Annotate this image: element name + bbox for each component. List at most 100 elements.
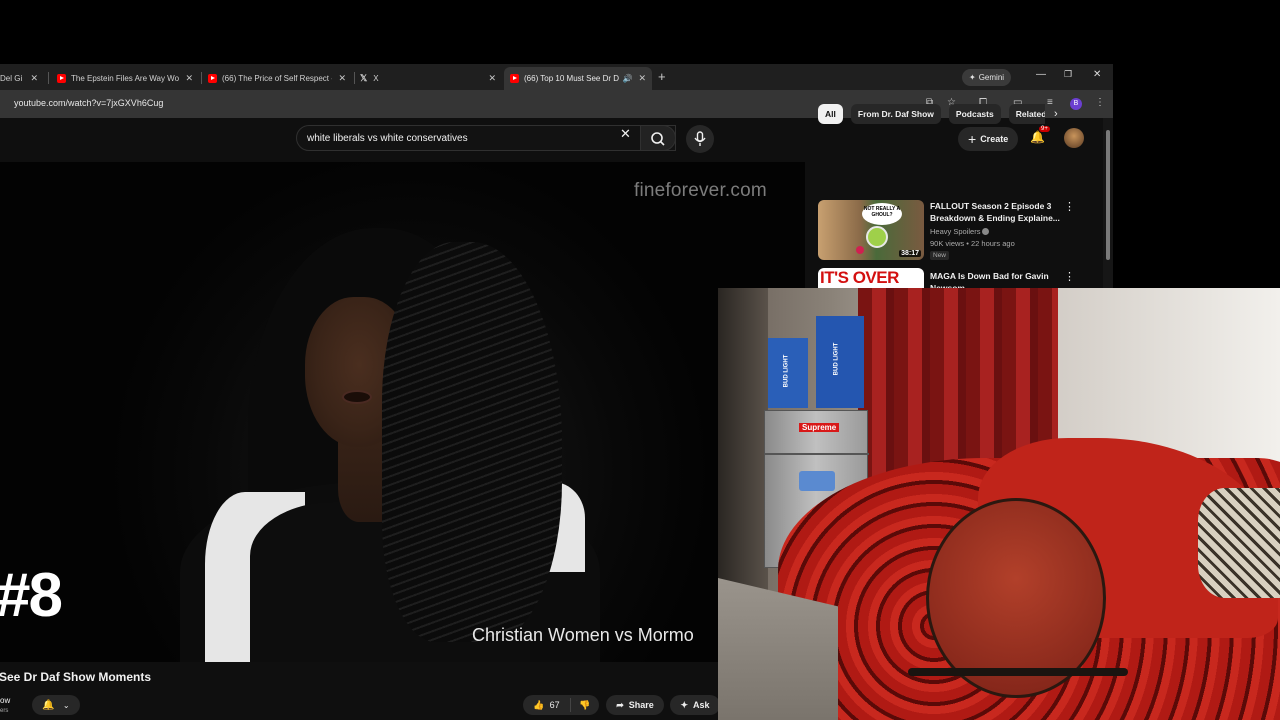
video-title: See Dr Daf Show Moments — [0, 670, 152, 684]
share-label: Share — [628, 700, 654, 710]
thumbnail-graphic — [866, 226, 888, 248]
recommendation-title[interactable]: MAGA Is Down Bad for Gavin Newsom — [930, 270, 1062, 288]
dislike-button[interactable]: 👎 — [571, 700, 599, 711]
tab-5-active[interactable]: (66) Top 10 Must See Dr Da 🔊 ✕ — [504, 67, 652, 90]
fridge-door-line — [765, 453, 869, 455]
thumbnail-text: NOT REALLY A GHOUL? — [862, 203, 902, 225]
tab-close-icon[interactable]: ✕ — [488, 73, 496, 84]
channel-name: Heavy Spoilers — [930, 227, 981, 236]
tab-close-icon[interactable]: ✕ — [30, 73, 38, 84]
webcam-overlay: BUD LIGHT BUD LIGHT Supreme — [718, 288, 1280, 720]
close-window-icon[interactable]: ✕ — [1093, 69, 1101, 80]
like-dislike-group: 👍 67 👎 — [523, 695, 599, 715]
search-query-text: white liberals vs white conservatives — [307, 133, 468, 144]
more-options-icon[interactable]: ⋮ — [1064, 270, 1075, 283]
video-caption-text: Christian Women vs Mormo — [472, 625, 694, 645]
thumbnail-text: IT'S OVER — [820, 268, 899, 287]
like-button[interactable]: 👍 67 — [523, 698, 571, 712]
account-avatar[interactable] — [1064, 128, 1084, 148]
notifications-bell-icon[interactable]: 🔔 — [1030, 130, 1045, 144]
gemini-sparkle-icon: ✦ — [969, 73, 976, 82]
audio-playing-icon[interactable]: 🔊 — [622, 74, 632, 83]
tab-2[interactable]: The Epstein Files Are Way Wors ✕ — [51, 67, 199, 90]
like-count: 67 — [549, 700, 560, 710]
clear-search-icon[interactable]: ✕ — [620, 126, 631, 142]
menu-kebab-icon[interactable]: ⋮ — [1095, 97, 1105, 108]
share-arrow-icon: ➦ — [616, 699, 624, 710]
tab-title: Del Gi — [0, 74, 23, 83]
chevron-down-icon: ⌄ — [62, 700, 70, 710]
channel-name[interactable]: ow — [0, 696, 10, 705]
search-input[interactable]: white liberals vs white conservatives — [296, 125, 676, 151]
tab-strip: Del Gi ✕ The Epstein Files Are Way Wors … — [0, 64, 1113, 90]
thumbs-down-icon: 👎 — [579, 699, 591, 710]
top-black-bar — [0, 0, 1280, 64]
ask-label: Ask — [693, 700, 710, 710]
chevron-right-icon[interactable]: › — [1054, 108, 1058, 120]
tab-close-icon[interactable]: ✕ — [338, 73, 346, 84]
chip-related[interactable]: Related — [1008, 104, 1045, 124]
recommendation-title[interactable]: FALLOUT Season 2 Episode 3 Breakdown & E… — [930, 200, 1062, 224]
chip-from-channel[interactable]: From Dr. Daf Show — [850, 104, 941, 124]
video-rank-number: #8 — [0, 561, 63, 630]
tab-1[interactable]: Del Gi ✕ — [0, 67, 44, 90]
fridge-sticker: Supreme — [799, 423, 840, 432]
thumbs-up-icon: 👍 — [533, 699, 545, 710]
tab-close-icon[interactable]: ✕ — [185, 73, 193, 84]
microphone-icon — [694, 131, 706, 146]
recommendation-item[interactable]: IT'S OVER MAGA Is Down Bad for Gavin New… — [818, 268, 1098, 288]
filter-chips: All From Dr. Daf Show Podcasts Related — [818, 104, 1045, 126]
voice-search-button[interactable] — [686, 125, 714, 153]
webcam-chair-frame — [908, 668, 1128, 676]
plus-icon: + — [968, 131, 977, 147]
youtube-favicon-icon — [57, 74, 66, 83]
new-tab-button[interactable]: + — [658, 69, 666, 84]
recommendation-item[interactable]: NOT REALLY A GHOUL? 38:17 FALLOUT Season… — [818, 200, 1098, 262]
fridge-sticker — [799, 471, 835, 491]
video-thumbnail[interactable]: IT'S OVER — [818, 268, 924, 288]
new-badge: New — [930, 251, 950, 260]
tab-3[interactable]: (66) The Price of Self Respect - ✕ — [202, 67, 352, 90]
video-player[interactable]: fineforever.com #8 Christian Women vs Mo… — [0, 162, 805, 662]
recommendation-channel[interactable]: Heavy Spoilers — [930, 227, 990, 236]
more-options-icon[interactable]: ⋮ — [1064, 200, 1075, 213]
youtube-favicon-icon — [208, 74, 217, 83]
webcam-box: BUD LIGHT — [768, 338, 808, 408]
gemini-label: Gemini — [978, 73, 1005, 82]
webcam-box: BUD LIGHT — [816, 316, 864, 408]
video-frame-mouth — [342, 390, 372, 404]
box-label: BUD LIGHT — [833, 342, 840, 376]
verified-icon — [982, 228, 990, 235]
share-button[interactable]: ➦ Share — [606, 695, 664, 715]
tab-close-icon[interactable]: ✕ — [638, 73, 646, 84]
tab-title: (66) The Price of Self Respect - — [222, 74, 333, 83]
box-label: BUD LIGHT — [783, 354, 790, 388]
tab-separator — [48, 72, 49, 84]
thumbnail-graphic — [856, 246, 864, 254]
tab-title: (66) Top 10 Must See Dr Da — [524, 74, 620, 83]
search-icon — [651, 132, 665, 146]
url-field[interactable]: youtube.com/watch?v=7jxGXVh6Cug — [14, 98, 163, 108]
video-frame-hair-curls — [382, 242, 562, 642]
video-thumbnail[interactable]: NOT REALLY A GHOUL? 38:17 — [818, 200, 924, 260]
create-button[interactable]: + Create — [958, 127, 1019, 151]
chip-all[interactable]: All — [818, 104, 843, 124]
chip-podcasts[interactable]: Podcasts — [948, 104, 1001, 124]
video-watermark: fineforever.com — [634, 180, 767, 201]
bell-icon: 🔔 — [42, 699, 55, 711]
restore-icon[interactable]: ❐ — [1064, 69, 1072, 80]
scrollbar-thumb[interactable] — [1106, 130, 1110, 260]
sparkle-icon: ✦ — [680, 699, 689, 710]
x-logo-icon: 𝕏 — [360, 73, 368, 83]
profile-avatar[interactable]: B — [1070, 98, 1082, 110]
tab-title: The Epstein Files Are Way Wors — [71, 74, 180, 83]
gemini-button[interactable]: ✦ Gemini — [962, 69, 1012, 86]
tab-4[interactable]: 𝕏 X ✕ — [354, 67, 502, 90]
search-button[interactable] — [640, 125, 676, 151]
media-controls-icon[interactable]: ≡ — [1047, 97, 1053, 108]
video-duration: 38:17 — [899, 250, 921, 257]
subscription-bell-button[interactable]: 🔔 ⌄ — [32, 695, 80, 715]
minimize-icon[interactable]: — — [1036, 69, 1046, 80]
ask-button[interactable]: ✦ Ask — [670, 695, 720, 715]
webcam-pillow — [1198, 488, 1280, 598]
